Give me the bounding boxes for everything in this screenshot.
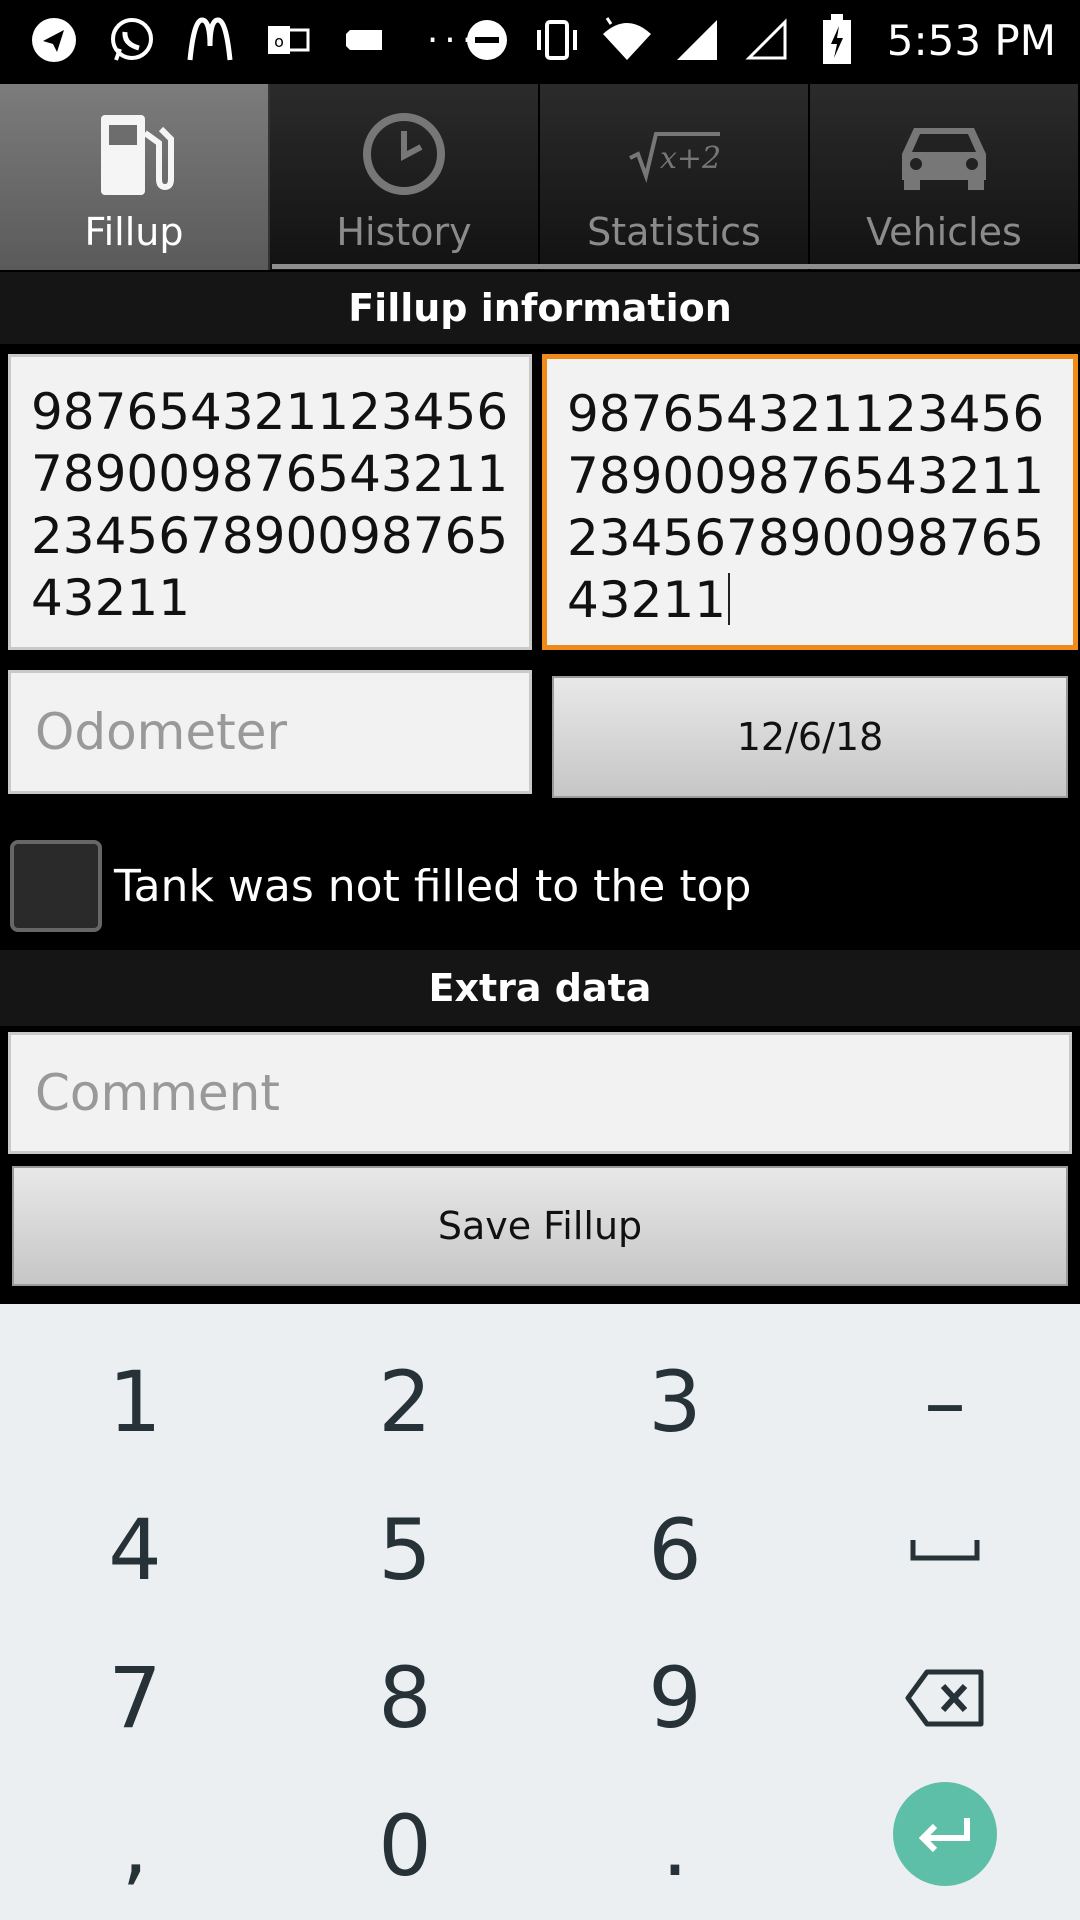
- key-label: 4: [108, 1501, 162, 1599]
- date-label: 12/6/18: [736, 715, 884, 759]
- key-5[interactable]: 5: [270, 1476, 540, 1624]
- tab-indicator-line: [272, 264, 1080, 269]
- fillup-information-header: Fillup information: [0, 272, 1080, 344]
- key-label: –: [924, 1353, 966, 1451]
- backspace-icon: [905, 1669, 984, 1727]
- comment-field[interactable]: Comment: [8, 1032, 1072, 1154]
- key-2[interactable]: 2: [270, 1328, 540, 1476]
- odometer-placeholder: Odometer: [35, 703, 288, 761]
- dnd-icon: [461, 14, 513, 66]
- key-comma[interactable]: ,: [0, 1772, 270, 1920]
- telegram-icon: [28, 14, 80, 66]
- tab-statistics[interactable]: x+2 Statistics: [540, 84, 810, 270]
- key-space[interactable]: [810, 1476, 1080, 1624]
- fillup-amount-field[interactable]: 9876543211234567890098765432112345678900…: [8, 354, 532, 650]
- tab-fillup[interactable]: Fillup: [0, 84, 270, 270]
- sqrt-icon: x+2: [624, 104, 724, 204]
- key-period[interactable]: .: [540, 1772, 810, 1920]
- key-label: ,: [121, 1797, 149, 1895]
- key-1[interactable]: 1: [0, 1328, 270, 1476]
- status-bar: o ··· 5:53 PM: [0, 0, 1080, 80]
- comment-placeholder: Comment: [35, 1064, 280, 1122]
- key-6[interactable]: 6: [540, 1476, 810, 1624]
- outlook-icon: o: [262, 14, 314, 66]
- key-8[interactable]: 8: [270, 1624, 540, 1772]
- key-label: 6: [648, 1501, 702, 1599]
- signal-icon: [671, 14, 723, 66]
- field-value: 9876543211234567890098765432112345678900…: [567, 385, 1045, 629]
- car-icon: [894, 104, 994, 204]
- clock-icon: [359, 104, 449, 204]
- enter-button-circle: [893, 1782, 997, 1886]
- key-label: 2: [378, 1353, 432, 1451]
- date-button[interactable]: 12/6/18: [552, 676, 1068, 798]
- key-label: 0: [378, 1797, 432, 1895]
- tank-not-filled-label[interactable]: Tank was not filled to the top: [114, 861, 751, 912]
- key-label: 8: [378, 1649, 432, 1747]
- key-7[interactable]: 7: [0, 1624, 270, 1772]
- key-0[interactable]: 0: [270, 1772, 540, 1920]
- label-icon: [340, 14, 392, 66]
- key-9[interactable]: 9: [540, 1624, 810, 1772]
- numeric-keyboard: 1 2 3 – 4 5 6 7 8 9 , 0 .: [0, 1304, 1080, 1920]
- key-4[interactable]: 4: [0, 1476, 270, 1624]
- fuel-pump-icon: [89, 104, 179, 204]
- tank-not-filled-row: Tank was not filled to the top: [10, 838, 751, 934]
- key-label: 5: [378, 1501, 432, 1599]
- space-icon: [910, 1540, 980, 1561]
- key-backspace[interactable]: [810, 1624, 1080, 1772]
- key-label: 3: [648, 1353, 702, 1451]
- battery-charging-icon: [811, 14, 863, 66]
- key-label: 9: [648, 1649, 702, 1747]
- tab-label: Statistics: [587, 210, 761, 254]
- mcdonalds-icon: [184, 14, 236, 66]
- enter-icon: [918, 1818, 970, 1853]
- tab-vehicles[interactable]: Vehicles: [810, 84, 1080, 270]
- wifi-icon: [601, 14, 653, 66]
- save-fillup-button[interactable]: Save Fillup: [12, 1166, 1068, 1286]
- key-label: 1: [108, 1353, 162, 1451]
- clock-time: 5:53 PM: [886, 15, 1056, 65]
- tab-label: Vehicles: [866, 210, 1022, 254]
- key-dash[interactable]: –: [810, 1328, 1080, 1476]
- text-cursor: [728, 573, 731, 625]
- signal-empty-icon: [741, 14, 793, 66]
- svg-text:x+2: x+2: [660, 141, 721, 176]
- tank-not-filled-checkbox[interactable]: [10, 840, 102, 932]
- odometer-field[interactable]: Odometer: [8, 670, 532, 794]
- key-enter[interactable]: [810, 1760, 1080, 1908]
- whatsapp-icon: [106, 14, 158, 66]
- svg-text:o: o: [274, 32, 284, 51]
- extra-data-header: Extra data: [0, 950, 1080, 1026]
- key-3[interactable]: 3: [540, 1328, 810, 1476]
- tab-bar: Fillup History x+2 Statistics Vehicles: [0, 84, 1080, 270]
- fillup-price-field[interactable]: 9876543211234567890098765432112345678900…: [542, 354, 1078, 650]
- save-fillup-label: Save Fillup: [437, 1204, 643, 1248]
- tab-history[interactable]: History: [270, 84, 540, 270]
- field-value: 9876543211234567890098765432112345678900…: [31, 383, 509, 627]
- tab-label: History: [336, 210, 472, 254]
- key-label: .: [661, 1797, 689, 1895]
- tab-label: Fillup: [84, 210, 184, 254]
- vibrate-icon: [531, 14, 583, 66]
- key-label: 7: [108, 1649, 162, 1747]
